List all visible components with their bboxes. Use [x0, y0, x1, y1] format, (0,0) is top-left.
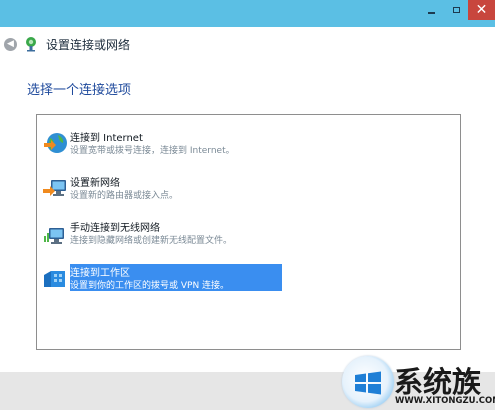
workplace-icon: [44, 271, 65, 287]
option-connect-internet[interactable]: 连接到 Internet 设置宽带或拨号连接，连接到 Internet。: [37, 129, 460, 163]
option-connect-workplace[interactable]: 连接到工作区 设置到你的工作区的拨号或 VPN 连接。: [37, 264, 460, 298]
new-network-icon: [43, 180, 66, 196]
close-button[interactable]: ✕: [468, 0, 495, 20]
option-manual-wireless[interactable]: 手动连接到无线网络 连接到隐藏网络或创建新无线配置文件。: [37, 219, 460, 253]
maximize-icon: [452, 7, 460, 13]
page-heading: 选择一个连接选项: [27, 83, 132, 98]
maximize-button[interactable]: [444, 0, 468, 20]
back-arrow-icon: ◀: [7, 39, 14, 49]
option-title: 连接到 Internet: [70, 133, 143, 144]
option-description: 设置宽带或拨号连接，连接到 Internet。: [70, 146, 235, 156]
internet-globe-icon: [44, 133, 67, 153]
option-title: 手动连接到无线网络: [70, 223, 160, 234]
option-description: 连接到隐藏网络或创建新无线配置文件。: [70, 236, 233, 246]
watermark-logo: 系统族 WWW.XITONGZU.COM: [332, 352, 495, 410]
wireless-network-icon: [44, 228, 64, 244]
windows-logo-icon: [342, 356, 394, 408]
watermark-url: WWW.XITONGZU.COM: [395, 396, 495, 406]
window-title: 设置连接或网络: [46, 38, 131, 52]
option-description: 设置新的路由器或接入点。: [70, 191, 179, 201]
watermark-text: 系统族: [394, 365, 482, 399]
minimize-icon: [427, 12, 435, 14]
connection-options-list: 连接到 Internet 设置宽带或拨号连接，连接到 Internet。 设置新…: [36, 114, 461, 350]
network-setup-icon: [26, 37, 36, 52]
minimize-button[interactable]: [418, 0, 444, 20]
option-new-network[interactable]: 设置新网络 设置新的路由器或接入点。: [37, 174, 460, 208]
option-title: 设置新网络: [70, 178, 120, 189]
option-description: 设置到你的工作区的拨号或 VPN 连接。: [70, 281, 230, 291]
back-button[interactable]: ◀: [4, 38, 17, 51]
option-title: 连接到工作区: [70, 268, 130, 279]
